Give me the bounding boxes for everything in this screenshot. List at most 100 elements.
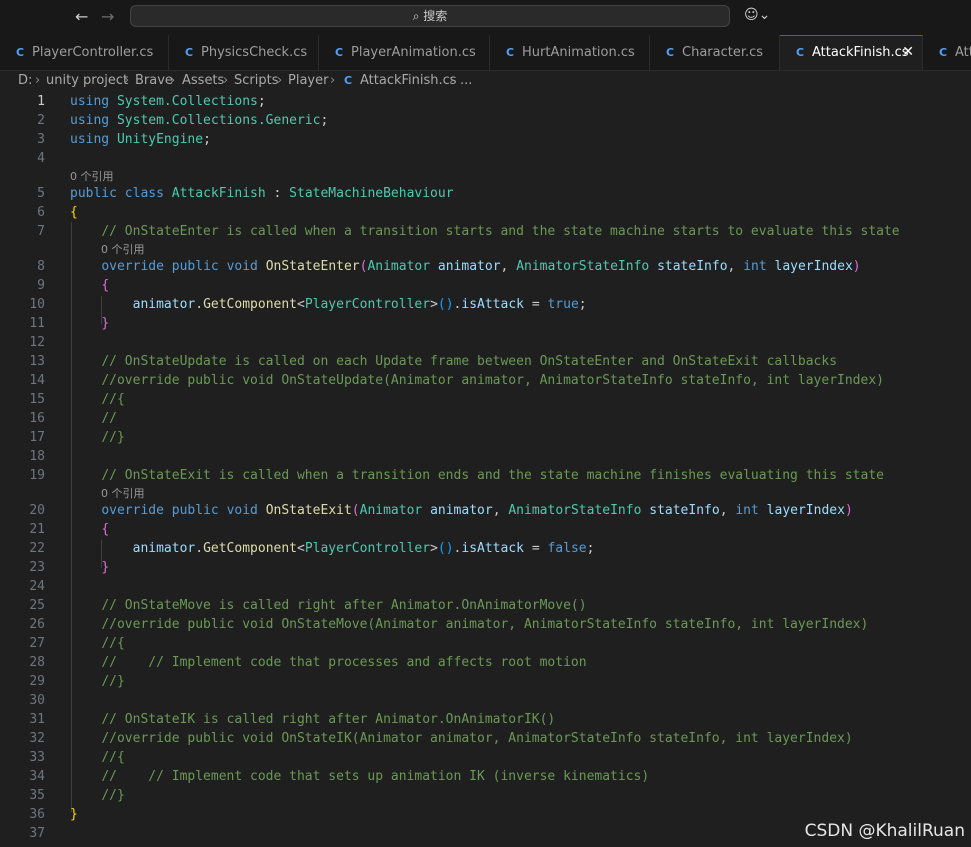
csharp-file-icon: C <box>335 46 344 59</box>
code-line: 35 //} <box>0 786 971 805</box>
code-text: } <box>70 807 78 822</box>
breadcrumb-item[interactable]: Player <box>288 70 328 92</box>
breadcrumb-item[interactable]: D: <box>18 70 32 92</box>
tab-label: AttackFinish.cs <box>812 45 909 60</box>
breadcrumb-item[interactable]: AttackFinish.cs <box>360 70 457 92</box>
code-line: 18 <box>0 447 971 466</box>
tab-overflow[interactable]: C Att <box>923 35 971 70</box>
code-text: //override public void OnStateIK(Animato… <box>101 731 853 746</box>
line-number: 12 <box>29 335 45 350</box>
line-number: 26 <box>29 617 45 632</box>
code-editor[interactable]: 1 using System.Collections; 2 using Syst… <box>0 92 971 847</box>
command-search-box[interactable]: ⌕ 搜索 <box>130 5 730 27</box>
chevron-right-icon: › <box>223 73 229 88</box>
csharp-file-icon: C <box>796 46 805 59</box>
csharp-file-icon: C <box>666 46 675 59</box>
code-line: 34 // // Implement code that sets up ani… <box>0 767 971 786</box>
tab-label: PlayerAnimation.cs <box>351 45 476 60</box>
tab-label: Att <box>955 45 971 60</box>
chevron-right-icon: › <box>330 73 336 88</box>
code-text: override public void OnStateEnter(Animat… <box>101 259 861 274</box>
code-line: 31 // OnStateIK is called right after An… <box>0 710 971 729</box>
code-line: 1 using System.Collections; <box>0 92 971 111</box>
code-text: //{ <box>101 392 125 407</box>
breadcrumb-item[interactable]: unity project <box>46 70 128 92</box>
line-number: 37 <box>29 826 45 841</box>
code-lens-references[interactable]: 0 个引用 <box>70 169 114 184</box>
code-text: // OnStateIK is called right after Anima… <box>101 712 556 727</box>
csharp-file-icon: C <box>506 46 515 59</box>
code-text: //} <box>101 788 125 803</box>
code-text: using System.Collections.Generic; <box>70 113 329 128</box>
chevron-right-icon: › <box>124 73 130 88</box>
code-line: 21 { <box>0 520 971 539</box>
tab-playeranimation[interactable]: C PlayerAnimation.cs <box>319 35 490 70</box>
forward-arrow-icon[interactable]: → <box>101 8 114 26</box>
code-line: 8 override public void OnStateEnter(Anim… <box>0 257 971 276</box>
code-text: using UnityEngine; <box>70 132 211 147</box>
code-text: // OnStateUpdate is called on each Updat… <box>101 354 838 369</box>
code-line: 30 <box>0 691 971 710</box>
code-line: 32 //override public void OnStateIK(Anim… <box>0 729 971 748</box>
line-number: 11 <box>29 316 45 331</box>
code-text: animator.GetComponent<PlayerController>(… <box>132 541 595 556</box>
editor-tab-bar: C PlayerController.cs C PhysicsCheck.cs CP… <box>0 35 971 71</box>
line-number: 28 <box>29 655 45 670</box>
copilot-icon[interactable]: ☺⌄ <box>744 7 770 23</box>
line-number: 5 <box>37 186 45 201</box>
line-number: 27 <box>29 636 45 651</box>
tab-label: Character.cs <box>682 45 764 60</box>
code-line: 19 // OnStateExit is called when a trans… <box>0 466 971 485</box>
code-text: //{ <box>101 636 125 651</box>
code-text: { <box>101 278 110 293</box>
line-number: 29 <box>29 674 45 689</box>
breadcrumb-item[interactable]: Brave <box>135 70 173 92</box>
tab-character[interactable]: C Character.cs <box>650 35 780 70</box>
code-line: 24 <box>0 577 971 596</box>
breadcrumb-item[interactable]: ... <box>460 70 472 92</box>
back-arrow-icon[interactable]: ← <box>75 8 88 26</box>
code-text: // OnStateEnter is called when a transit… <box>101 224 900 239</box>
csharp-file-icon: C <box>344 74 353 87</box>
code-text: // OnStateMove is called right after Ani… <box>101 598 587 613</box>
code-line: 25 // OnStateMove is called right after … <box>0 596 971 615</box>
code-line: 10 animator.GetComponent<PlayerControlle… <box>0 295 971 314</box>
code-line: 2 using System.Collections.Generic; <box>0 111 971 130</box>
code-text: //{ <box>101 750 125 765</box>
chevron-right-icon: › <box>35 73 41 88</box>
tab-label: PlayerController.cs <box>32 45 154 60</box>
code-line: 26 //override public void OnStateMove(An… <box>0 615 971 634</box>
code-text: // // Implement code that processes and … <box>101 655 587 670</box>
code-line: 12 <box>0 333 971 352</box>
line-number: 3 <box>37 132 45 147</box>
breadcrumb-item[interactable]: Scripts <box>234 70 278 92</box>
line-number: 21 <box>29 522 45 537</box>
line-number: 6 <box>37 205 45 220</box>
breadcrumb-item[interactable]: Assets <box>182 70 224 92</box>
chevron-right-icon: › <box>449 73 455 88</box>
line-number: 10 <box>29 297 45 312</box>
code-text: override public void OnStateExit(Animato… <box>101 503 853 518</box>
tab-label: PhysicsCheck.cs <box>201 45 308 60</box>
tab-hurtanimation[interactable]: C HurtAnimation.cs <box>490 35 650 70</box>
code-text: { <box>101 522 110 537</box>
code-lens-references[interactable]: 0 个引用 <box>101 242 145 257</box>
line-number: 32 <box>29 731 45 746</box>
code-line: 29 //} <box>0 672 971 691</box>
tab-physicscheck[interactable]: C PhysicsCheck.cs <box>169 35 319 70</box>
line-number: 15 <box>29 392 45 407</box>
tab-attackfinish[interactable]: C AttackFinish.cs ✕ <box>780 35 923 70</box>
code-lens-references[interactable]: 0 个引用 <box>101 486 145 501</box>
code-line: 20 override public void OnStateExit(Anim… <box>0 501 971 520</box>
code-text: //override public void OnStateMove(Anima… <box>101 617 869 632</box>
title-bar: ← → ⌕ 搜索 ☺⌄ <box>0 0 971 35</box>
tab-playercontroller[interactable]: C PlayerController.cs <box>0 35 169 70</box>
code-text: // <box>101 411 117 426</box>
code-text: { <box>70 205 78 220</box>
code-line: 27 //{ <box>0 634 971 653</box>
line-number: 16 <box>29 411 45 426</box>
line-number: 1 <box>37 94 45 109</box>
close-tab-icon[interactable]: ✕ <box>902 36 914 69</box>
csharp-file-icon: C <box>939 46 948 59</box>
code-text: //override public void OnStateUpdate(Ani… <box>101 373 884 388</box>
